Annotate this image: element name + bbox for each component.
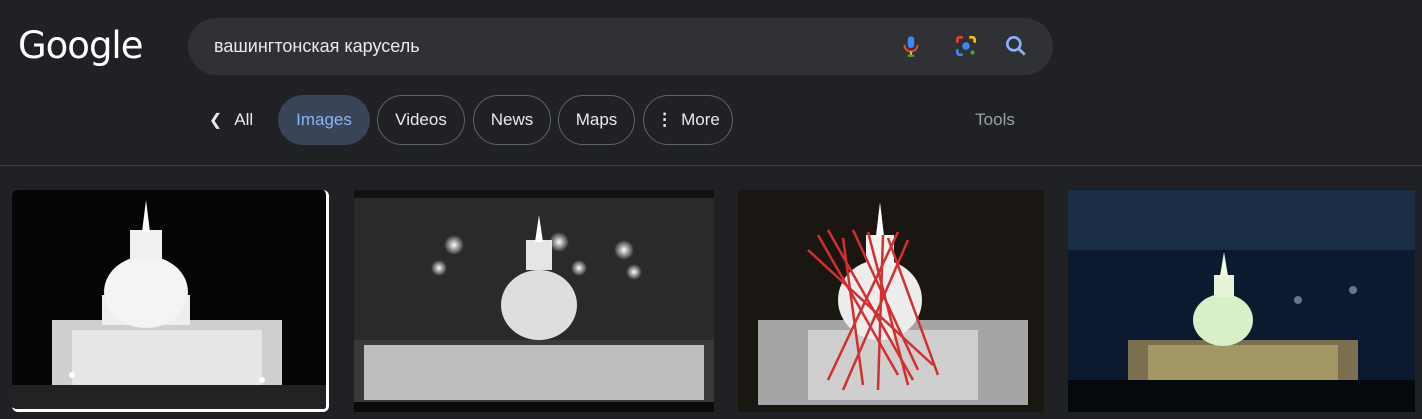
image-result[interactable] — [738, 190, 1044, 412]
tab-more[interactable]: ⋮ More — [643, 95, 733, 145]
image-result[interactable] — [354, 190, 714, 412]
search-box[interactable] — [188, 18, 1053, 75]
tab-maps[interactable]: Maps — [558, 95, 635, 145]
tab-all-label: All — [234, 110, 254, 129]
tab-more-label: More — [681, 110, 720, 129]
tools-label: Tools — [975, 110, 1015, 129]
tab-images[interactable]: Images — [278, 95, 370, 145]
microphone-icon[interactable] — [898, 33, 924, 59]
google-lens-icon[interactable] — [953, 33, 979, 59]
image-results — [0, 166, 1422, 419]
image-result[interactable] — [12, 190, 329, 412]
vertical-dots-icon: ⋮ — [656, 110, 674, 129]
tab-images-label: Images — [296, 110, 352, 129]
header: Google вашингтонская карусель ❮ All Imag… — [0, 0, 1422, 166]
capitol-image — [738, 190, 1044, 412]
capitol-image — [12, 190, 326, 409]
tab-news-label: News — [490, 110, 534, 129]
tools-button[interactable]: Tools — [960, 95, 1030, 145]
google-logo[interactable]: Google — [18, 24, 143, 67]
tab-videos[interactable]: Videos — [377, 95, 465, 145]
tab-videos-label: Videos — [395, 110, 447, 129]
image-result[interactable] — [1068, 190, 1415, 412]
tab-all[interactable]: ❮ All — [198, 95, 264, 145]
search-icon[interactable] — [1003, 33, 1029, 59]
capitol-image — [1068, 190, 1415, 412]
tab-news[interactable]: News — [473, 95, 551, 145]
capitol-image — [354, 190, 714, 412]
search-input[interactable] — [214, 18, 864, 75]
chevron-left-icon: ❮ — [208, 112, 223, 129]
tab-maps-label: Maps — [575, 110, 618, 129]
search-tabs: ❮ All Images Videos News Maps ⋮ More Too… — [0, 95, 1422, 145]
